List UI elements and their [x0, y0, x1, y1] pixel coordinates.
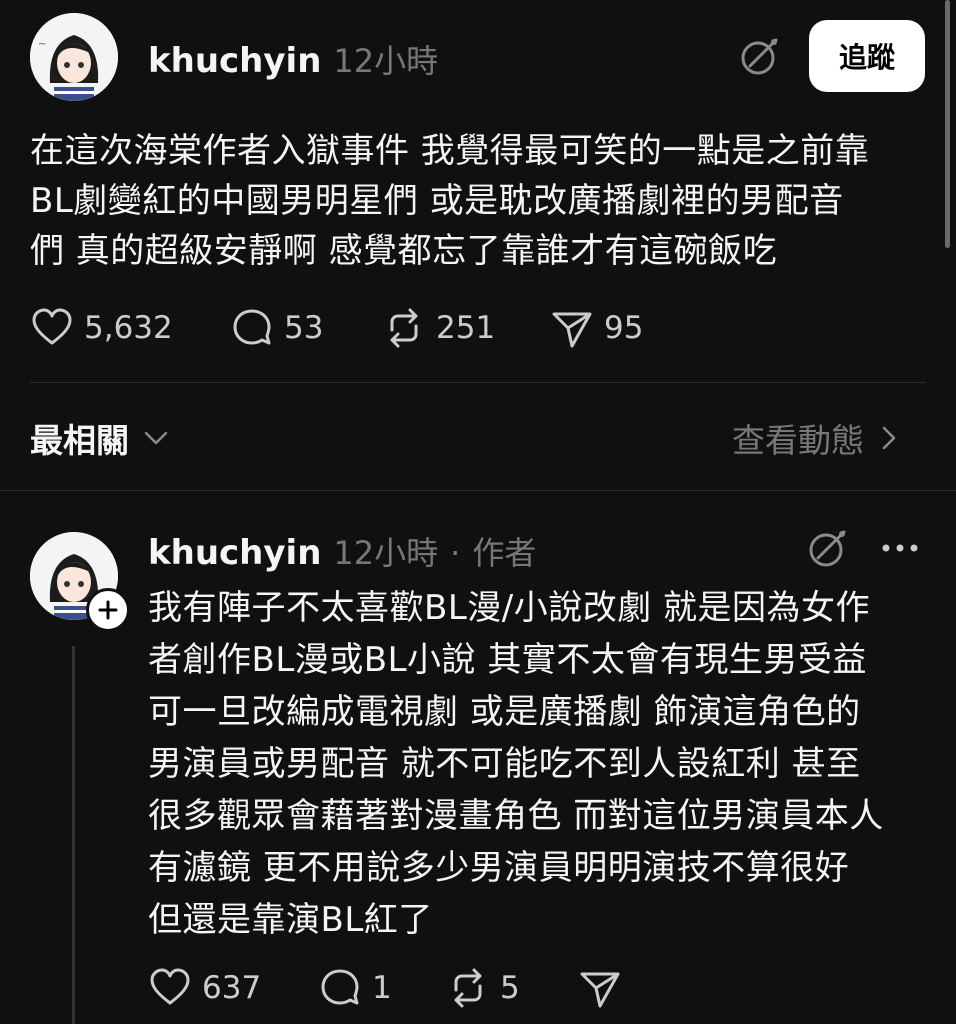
avatar[interactable]: ~ [30, 13, 118, 101]
reply-count: 53 [284, 310, 324, 346]
reply-comment-button[interactable]: 1 [318, 966, 392, 1010]
sort-label: 最相關 [30, 421, 129, 460]
repost-icon [390, 308, 418, 348]
separator: · [450, 534, 461, 572]
chevron-down-icon [144, 431, 168, 445]
reply-button[interactable]: 53 [230, 306, 323, 350]
repost-button[interactable]: 251 [382, 306, 495, 350]
reply-username[interactable]: khuchyin [148, 533, 321, 573]
reply-share-button[interactable] [578, 966, 622, 1010]
send-icon [552, 312, 592, 348]
send-icon [580, 972, 620, 1008]
reply-like-count: 637 [202, 970, 262, 1006]
post-text: 在這次海棠作者入獄事件 我覺得最可笑的一點是之前靠 BL劇變紅的中國男明星們 或… [30, 131, 870, 271]
sort-dropdown[interactable]: 最相關 [30, 414, 169, 462]
reply-time: 12小時 [333, 534, 439, 572]
scrollbar[interactable] [945, 0, 950, 248]
ai-label-icon[interactable] [738, 34, 782, 82]
chevron-right-icon [882, 426, 896, 450]
plus-icon [98, 600, 118, 620]
reply-repost-count: 5 [500, 970, 520, 1006]
ai-label-icon[interactable] [806, 526, 850, 574]
share-count: 95 [604, 310, 644, 346]
comment-icon [321, 969, 359, 1005]
repost-count: 251 [436, 310, 496, 346]
view-activity-label: 查看動態 [732, 421, 864, 460]
svg-text:~: ~ [38, 39, 46, 50]
heart-icon [150, 968, 190, 1005]
reply-text: 我有陣子不太喜歡BL漫/小說改劇 就是因為女作 者創作BL漫或BL小說 其實不太… [148, 588, 884, 940]
avatar-illustration: ~ [30, 13, 118, 101]
username[interactable]: khuchyin [148, 41, 321, 81]
thread-line [72, 646, 75, 1024]
reply-repost-button[interactable]: 5 [446, 966, 520, 1010]
heart-icon [32, 308, 72, 345]
reply-header: khuchyin 12小時 · 作者 [148, 528, 536, 574]
section-divider [0, 490, 956, 491]
post-header: khuchyin 12小時 [148, 36, 438, 82]
divider [30, 382, 926, 383]
reply-like-button[interactable]: 637 [148, 966, 261, 1010]
comment-icon [233, 309, 271, 345]
share-button[interactable]: 95 [550, 306, 643, 350]
like-count: 5,632 [84, 310, 173, 346]
reply-comment-count: 1 [372, 970, 392, 1006]
author-badge: 作者 [472, 534, 537, 572]
more-options-icon[interactable] [880, 538, 920, 562]
follow-plus-button[interactable] [86, 588, 130, 632]
follow-button[interactable]: 追蹤 [809, 20, 925, 92]
post-time: 12小時 [333, 42, 439, 80]
repost-icon [454, 968, 482, 1008]
like-button[interactable]: 5,632 [30, 306, 173, 350]
view-activity-link[interactable]: 查看動態 [732, 414, 898, 462]
